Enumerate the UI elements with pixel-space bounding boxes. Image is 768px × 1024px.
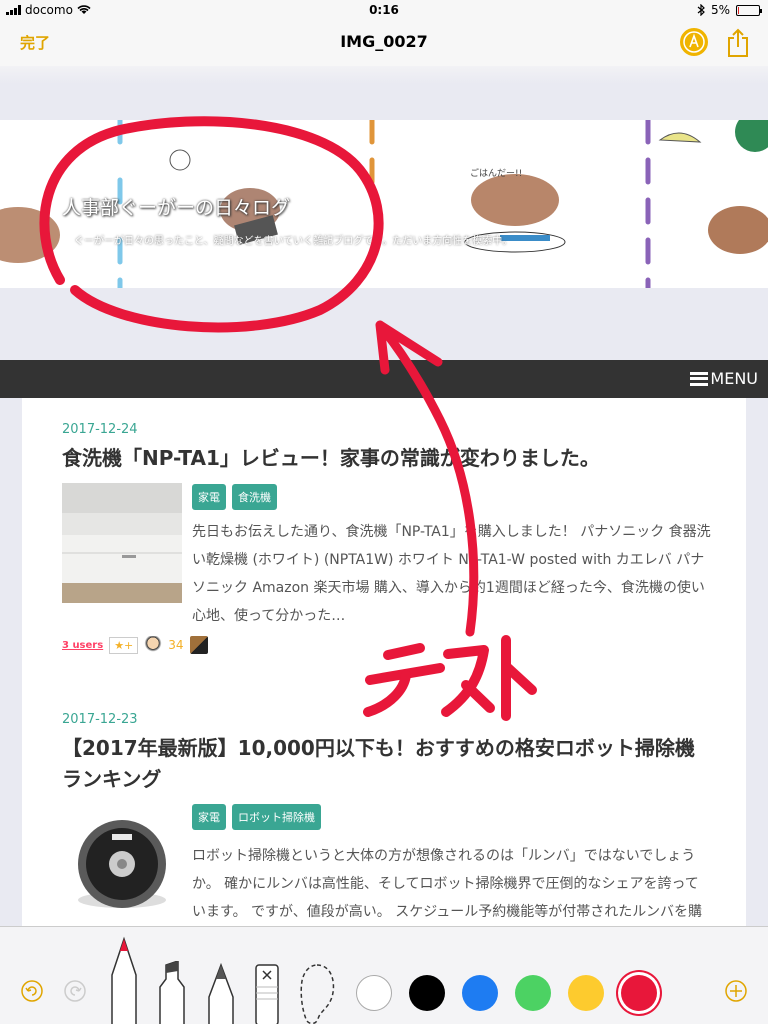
battery-percent: 5% [710, 3, 730, 17]
hamburger-icon [690, 371, 709, 386]
color-black-swatch[interactable] [409, 975, 445, 1011]
post-tags: 家電 食洗機 [192, 484, 277, 510]
robot-vacuum-image [62, 814, 182, 928]
blog-description: ぐーがーが日々の思ったこと、疑問などを書いていく雑記ブログです。ただいま方向性を… [74, 236, 513, 247]
tag[interactable]: 食洗機 [232, 484, 277, 510]
tag[interactable]: 家電 [192, 804, 226, 830]
post-date: 2017-12-23 [62, 712, 138, 727]
marker-tool[interactable] [156, 959, 188, 1024]
pen-tool[interactable] [108, 935, 140, 1024]
battery-fill [738, 6, 739, 14]
post-date: 2017-12-24 [62, 422, 138, 437]
menu-label: MENU [710, 369, 758, 388]
battery-icon [736, 4, 762, 16]
post-excerpt: 先日もお伝えした通り、食洗機「NP-TA1」を購入しました！ パナソニック 食器… [192, 524, 711, 624]
dishwasher-image [62, 483, 182, 603]
color-red-swatch[interactable] [621, 975, 657, 1011]
image-title: IMG_0027 [340, 32, 428, 51]
markup-pen-icon [683, 31, 705, 53]
hatena-bookmark-count[interactable]: 3 users [62, 640, 103, 651]
post-title[interactable]: 食洗機「NP-TA1」レビュー！家事の常識が変わりました。 [62, 443, 712, 474]
avatar[interactable] [189, 636, 208, 654]
add-star-button[interactable]: ★+ [109, 636, 139, 654]
marker-icon [159, 959, 185, 1024]
lasso-tool[interactable] [296, 963, 338, 1024]
post-list: 2017-12-24 食洗機「NP-TA1」レビュー！家事の常識が変わりました。… [22, 398, 746, 928]
pencil-icon [208, 962, 234, 1024]
share-button[interactable] [726, 28, 750, 58]
post-tags: 家電 ロボット掃除機 [192, 804, 321, 830]
pen-icon [111, 936, 137, 1024]
lasso-icon [300, 964, 335, 1024]
nav-divider [0, 66, 768, 84]
star-count: 34 [168, 638, 184, 652]
tag[interactable]: 家電 [192, 484, 226, 510]
post-thumbnail-dishwasher[interactable] [62, 483, 182, 603]
add-shape-button[interactable] [724, 979, 748, 1007]
tag[interactable]: ロボット掃除機 [232, 804, 321, 830]
plus-icon [725, 980, 747, 1002]
share-icon [728, 28, 748, 57]
pencil-tool[interactable] [206, 962, 236, 1024]
color-yellow-swatch[interactable] [568, 975, 604, 1011]
redo-button[interactable] [63, 979, 87, 1007]
menu-bar: MENU [0, 360, 768, 398]
post-excerpt: ロボット掃除機というと大体の方が想像されるのは「ルンバ」ではないでしょうか。 確… [192, 848, 702, 920]
social-bar: 3 users ★+ 34 [62, 636, 208, 654]
color-white-swatch[interactable] [356, 975, 392, 1011]
bluetooth-icon [697, 4, 705, 16]
color-green-swatch[interactable] [515, 975, 551, 1011]
clock: 0:16 [369, 3, 399, 17]
undo-icon [21, 980, 43, 1002]
eraser-icon [255, 964, 279, 1024]
status-bar: docomo 0:16 5% [0, 0, 768, 20]
eraser-tool[interactable] [254, 963, 280, 1024]
markup-toolbar [0, 926, 768, 1024]
undo-button[interactable] [20, 979, 44, 1007]
svg-text:ごはんだー!!: ごはんだー!! [470, 167, 522, 179]
post-title[interactable]: 【2017年最新版】10,000円以下も！おすすめの格安ロボット掃除機ランキング [62, 733, 712, 795]
redo-icon [64, 980, 86, 1002]
menu-button[interactable]: MENU [690, 369, 758, 388]
blog-header-banner[interactable]: ごはんだー!! 人事部ぐーがーの日々ログ ぐーがーが日々の思ったこと、疑問などを… [0, 120, 768, 288]
avatar[interactable] [144, 636, 163, 654]
status-right: 5% [697, 3, 762, 17]
nav-bar: 完了 IMG_0027 [0, 20, 768, 66]
blog-title[interactable]: 人事部ぐーがーの日々ログ [62, 193, 290, 220]
color-blue-swatch[interactable] [462, 975, 498, 1011]
markup-button[interactable] [680, 28, 708, 56]
post-thumbnail-robot-vacuum[interactable] [62, 814, 182, 928]
